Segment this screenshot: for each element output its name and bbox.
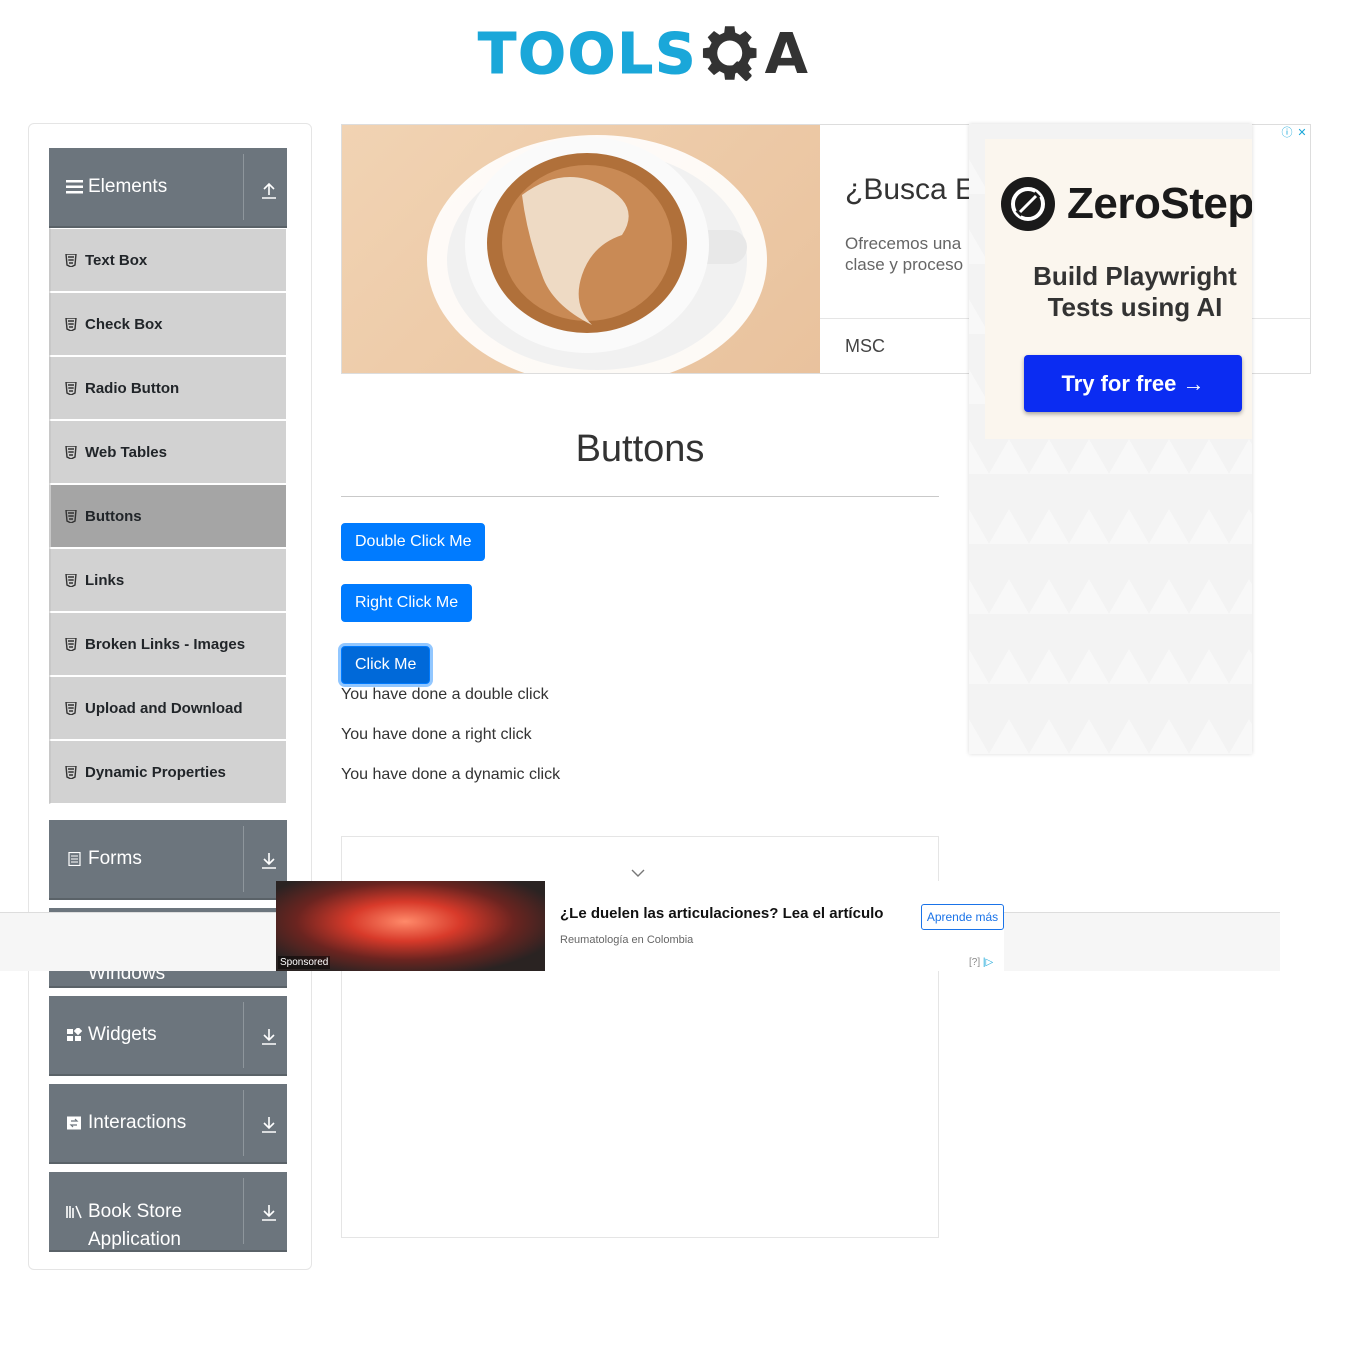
group-label: Widgets (88, 1024, 157, 1045)
html5-icon (65, 445, 77, 459)
html5-icon (65, 509, 77, 523)
divider (243, 1090, 244, 1156)
html5-icon (65, 765, 77, 779)
menu-item-broken-links-images[interactable]: Broken Links - Images (49, 612, 287, 676)
menu-item-web-tables[interactable]: Web Tables (49, 420, 287, 484)
menu-item-upload-and-download[interactable]: Upload and Download (49, 676, 287, 740)
ad-choices-icon[interactable]: [?] |▷ (969, 957, 993, 968)
sticky-ad-right-bar (1004, 912, 1280, 971)
ad-text: Ofrecemos una clase y proceso (845, 233, 975, 275)
menu-item-links[interactable]: Links (49, 548, 287, 612)
zerostep-brand: ZeroStep (1067, 179, 1252, 228)
zerostep-logo-icon (1001, 177, 1055, 231)
ad-text-line1: Ofrecemos una (845, 234, 962, 253)
menu-item-label: Check Box (85, 315, 163, 333)
group-header-interactions[interactable]: Interactions (49, 1084, 287, 1164)
html5-icon (65, 317, 77, 331)
html5-icon (65, 253, 77, 267)
zerostep-ad[interactable]: ZeroStep Build Playwright Tests using AI… (969, 124, 1252, 754)
aprende-mas-button[interactable]: Aprende más (921, 904, 1004, 930)
menu-item-dynamic-properties[interactable]: Dynamic Properties (49, 740, 287, 804)
menu-item-label: Links (85, 571, 125, 589)
right-click-button[interactable]: Right Click Me (341, 584, 473, 622)
sticky-ad-subtitle: Reumatología en Colombia (560, 934, 694, 946)
close-icon[interactable]: ✕ (1296, 127, 1308, 139)
dynamic-click-message: You have done a dynamic click (341, 766, 561, 783)
sticky-ad-title: ¿Le duelen las articulaciones? Lea el ar… (560, 905, 884, 922)
html5-icon (65, 381, 77, 395)
sticky-ad-left-bar (0, 912, 276, 971)
group-header-book-store-application[interactable]: Book Store Application (49, 1172, 287, 1252)
arrow-down-icon[interactable] (261, 1028, 277, 1046)
arrow-down-icon[interactable] (261, 852, 277, 870)
zerostep-mark-icon (1011, 187, 1045, 221)
zerostep-tagline-line1: Build Playwright (1033, 261, 1237, 291)
sticky-ad[interactable]: Sponsored ¿Le duelen las articulaciones?… (0, 881, 1280, 971)
html5-icon (65, 637, 77, 651)
group-label: Book Store (88, 1201, 182, 1222)
page-title: Buttons (575, 428, 705, 470)
click-me-button[interactable]: Click Me (341, 646, 431, 684)
menu-item-check-box[interactable]: Check Box (49, 292, 287, 356)
menu-item-label: Web Tables (85, 443, 167, 461)
group-label: Elements (88, 176, 168, 197)
ad-text-line2: clase y proceso (845, 255, 964, 274)
menu-item-buttons[interactable]: Buttons (49, 484, 287, 548)
zerostep-card: ZeroStep Build Playwright Tests using AI… (985, 139, 1252, 439)
sponsored-label: Sponsored (278, 956, 331, 969)
interactions-icon (67, 1116, 81, 1130)
title-divider (341, 496, 939, 497)
info-icon[interactable]: ⓘ (1281, 127, 1293, 139)
menu-item-label: Buttons (85, 507, 142, 525)
toolsqa-logo[interactable]: TOOLS A (477, 14, 808, 94)
menu-item-text-box[interactable]: Text Box (49, 228, 287, 292)
coffee-cup-image (342, 125, 820, 373)
coffee-illustration (427, 135, 767, 373)
menu-item-label: Broken Links - Images (85, 635, 246, 653)
divider (243, 1178, 244, 1244)
elements-menu: Text Box Check Box Radio Button Web Tabl… (49, 228, 287, 804)
html5-icon (65, 701, 77, 715)
group-label: Interactions (88, 1112, 187, 1133)
hamburger-icon (66, 180, 83, 194)
ad-choices[interactable]: ⓘ ✕ (1281, 127, 1308, 139)
menu-item-radio-button[interactable]: Radio Button (49, 356, 287, 420)
ad-brand: MSC (845, 336, 885, 356)
arrow-down-icon[interactable] (261, 1116, 277, 1134)
gear-magnifier-icon (703, 26, 757, 81)
page: { "header": { "logo_text_left": "TOOLS",… (0, 0, 1358, 1369)
menu-item-label: Text Box (85, 251, 148, 269)
chevron-down-icon[interactable] (631, 868, 645, 878)
menu-item-label: Radio Button (85, 379, 180, 397)
document-icon (68, 852, 81, 866)
arrow-up-icon[interactable] (261, 182, 277, 200)
right-click-message: You have done a right click (341, 726, 532, 743)
books-icon (66, 1205, 82, 1219)
group-label: Forms (88, 848, 142, 869)
menu-item-label: Upload and Download (85, 699, 243, 717)
menu-item-label: Dynamic Properties (85, 763, 226, 781)
divider (243, 154, 244, 220)
html5-icon (65, 573, 77, 587)
help-label: [?] (969, 957, 981, 968)
try-for-free-button[interactable]: Try for free → (1024, 355, 1242, 412)
double-click-button[interactable]: Double Click Me (341, 523, 486, 561)
arrow-down-icon[interactable] (261, 1204, 277, 1222)
logo-text-tools: TOOLS (477, 21, 698, 87)
group-header-widgets[interactable]: Widgets (49, 996, 287, 1076)
zerostep-tagline: Build Playwright Tests using AI (985, 261, 1252, 323)
divider (243, 1002, 244, 1068)
group-label-line2: Application (88, 1229, 181, 1250)
logo-text-a: A (764, 21, 808, 87)
widgets-icon (67, 1028, 83, 1041)
double-click-message: You have done a double click (341, 686, 549, 703)
group-header-elements[interactable]: Elements (49, 148, 287, 228)
zerostep-tagline-line2: Tests using AI (1047, 292, 1223, 322)
